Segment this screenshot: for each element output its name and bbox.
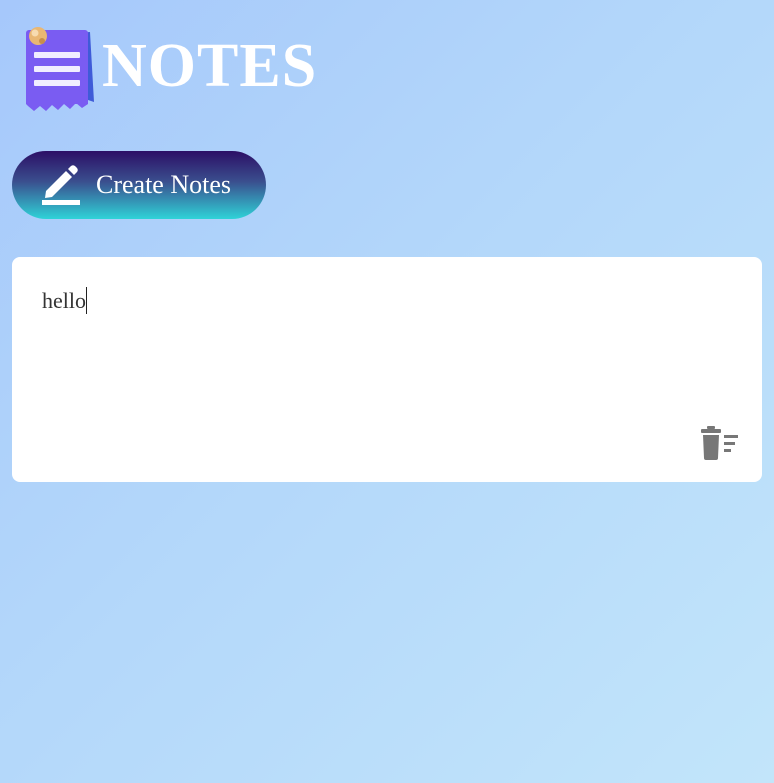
- trash-icon: [701, 426, 738, 460]
- pencil-icon: [42, 165, 80, 205]
- text-caret: [86, 287, 87, 314]
- notepad-icon: [20, 22, 98, 114]
- note-card: hello: [12, 257, 762, 482]
- create-notes-label: Create Notes: [96, 170, 232, 199]
- app-title: NOTES: [102, 32, 318, 100]
- app-header: NOTES: [20, 22, 317, 114]
- delete-note-button[interactable]: [700, 426, 740, 460]
- note-textarea[interactable]: hello: [42, 283, 732, 319]
- create-notes-button[interactable]: Create Notes: [12, 151, 266, 219]
- note-text: hello: [42, 288, 86, 313]
